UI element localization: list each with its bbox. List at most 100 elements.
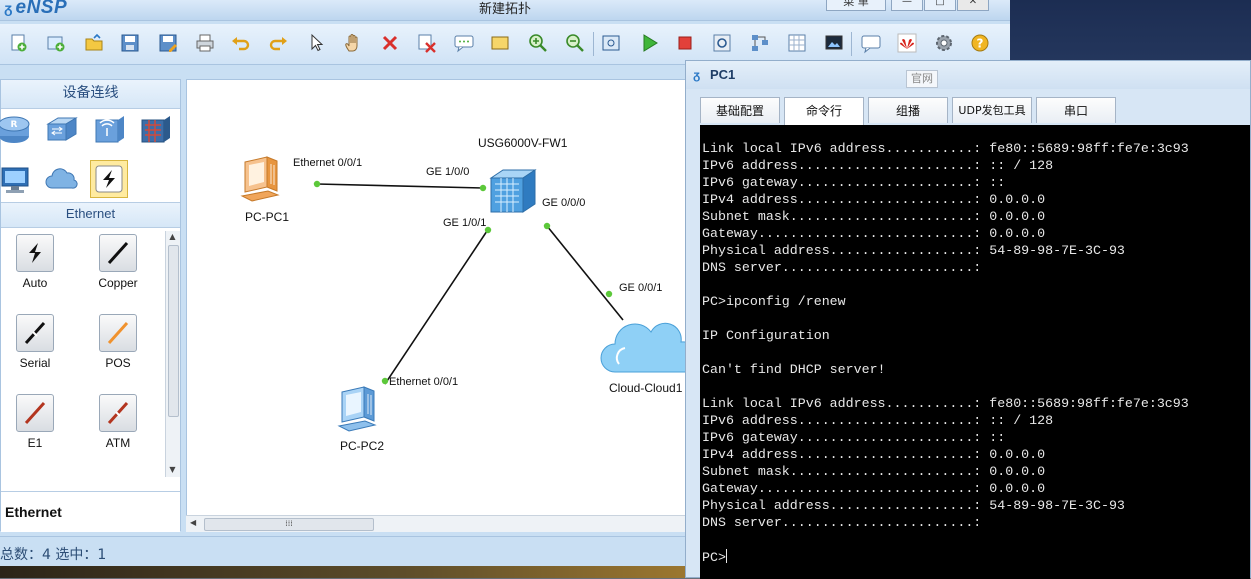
help-icon[interactable]: ? <box>968 32 992 54</box>
scroll-down-arrow-icon[interactable]: ▼ <box>168 465 177 474</box>
cable-atm[interactable]: ATM <box>88 394 148 450</box>
pc1-icon[interactable] <box>240 156 280 202</box>
cable-subheader: Ethernet <box>1 202 180 228</box>
port-label: GE 1/0/1 <box>443 217 487 229</box>
cable-label: Copper <box>98 276 138 290</box>
new-lab-icon[interactable] <box>44 32 68 54</box>
tab-command-line[interactable]: 命令行 <box>784 97 864 125</box>
pc1-window-title: PC1 <box>710 67 736 82</box>
console-line: Link local IPv6 address...........: fe80… <box>702 396 1189 411</box>
port-dot <box>479 184 487 192</box>
add-note-icon[interactable] <box>452 32 476 54</box>
cloud-category-icon[interactable] <box>45 162 79 194</box>
delete-all-icon[interactable] <box>415 32 439 54</box>
cable-e1[interactable]: E1 <box>5 394 65 450</box>
switch-category-icon[interactable] <box>45 114 79 146</box>
zoom-in-icon[interactable] <box>526 32 550 54</box>
canvas-horizontal-scrollbar[interactable]: ◀ ⁞⁞⁞ <box>186 515 686 532</box>
save-icon[interactable] <box>118 32 142 54</box>
cable-category-icon[interactable] <box>90 160 128 198</box>
topology-icon[interactable] <box>748 32 772 54</box>
command-console[interactable]: Link local IPv6 address...........: fe80… <box>700 125 1250 579</box>
scroll-left-arrow-icon[interactable]: ◀ <box>190 518 196 527</box>
port-label: Ethernet 0/0/1 <box>293 157 363 169</box>
device-label-cloud1: Cloud-Cloud1 <box>609 381 683 395</box>
console-line: IP Configuration <box>702 328 830 343</box>
tab-multicast[interactable]: 组播 <box>868 97 948 123</box>
pc2-icon[interactable] <box>337 386 377 432</box>
new-topology-icon[interactable] <box>7 32 31 54</box>
console-line: Subnet mask.......................: 0.0.… <box>702 464 1046 479</box>
console-line: Physical address..................: 54-8… <box>702 498 1125 513</box>
menu-button[interactable]: 菜 单 <box>826 0 886 11</box>
cable-label: ATM <box>105 436 131 450</box>
console-line: Gateway...........................: 0.0.… <box>702 226 1046 241</box>
fit-view-icon[interactable] <box>599 32 623 54</box>
scroll-up-arrow-icon[interactable]: ▲ <box>168 232 177 241</box>
stop-devices-icon[interactable] <box>673 32 697 54</box>
scrollbar-thumb[interactable] <box>168 245 179 417</box>
console-line: DNS server........................: <box>702 260 982 275</box>
topology-canvas[interactable]: PC-PC1 USG6000V-FW1 PC-PC2 Cloud-Cloud1 … <box>186 79 686 531</box>
pc1-title-bar[interactable]: ᵹ PC1 官网 <box>686 61 1250 89</box>
pc-category-icon[interactable] <box>0 164 33 196</box>
redo-icon[interactable] <box>266 32 290 54</box>
add-rectangle-icon[interactable] <box>488 32 512 54</box>
link-pc2-fw1[interactable] <box>384 227 490 385</box>
selected-cable-info: Ethernet <box>1 491 180 532</box>
open-icon[interactable] <box>82 32 106 54</box>
toolbar-separator <box>593 32 594 56</box>
settings-gear-icon[interactable] <box>932 32 956 54</box>
close-button[interactable]: ✕ <box>957 0 989 11</box>
cable-pos[interactable]: POS <box>88 314 148 370</box>
pan-hand-icon[interactable] <box>341 32 365 54</box>
console-line: PC>ipconfig /renew <box>702 294 846 309</box>
router-category-icon[interactable]: R <box>0 114 31 146</box>
undo-icon[interactable] <box>229 32 253 54</box>
print-icon[interactable] <box>193 32 217 54</box>
cloud1-icon[interactable] <box>600 322 686 373</box>
capture-data-icon[interactable] <box>710 32 734 54</box>
link-fw1-cloud1[interactable] <box>546 225 624 321</box>
save-as-icon[interactable] <box>156 32 180 54</box>
auto-cable-icon <box>16 234 54 272</box>
pc1-tabs: 基础配置 命令行 组播 UDP发包工具 串口 <box>700 97 1250 125</box>
tab-serial[interactable]: 串口 <box>1036 97 1116 123</box>
delete-icon[interactable] <box>378 32 402 54</box>
console-line: IPv4 address......................: 0.0.… <box>702 192 1046 207</box>
wireless-category-icon[interactable] <box>93 114 127 146</box>
atm-cable-icon <box>99 394 137 432</box>
console-line: IPv6 gateway......................: :: <box>702 430 1006 445</box>
scrollbar-thumb[interactable]: ⁞⁞⁞ <box>204 518 374 531</box>
ensp-logo-icon: ᵹ <box>693 68 701 82</box>
console-line: Link local IPv6 address...........: fe80… <box>702 141 1189 156</box>
select-pointer-icon[interactable] <box>304 32 328 54</box>
minimize-button[interactable]: — <box>891 0 923 11</box>
cable-label: E1 <box>27 436 43 450</box>
tab-udp-tool[interactable]: UDP发包工具 <box>952 97 1032 123</box>
cable-copper[interactable]: Copper <box>88 234 148 290</box>
cable-auto[interactable]: Auto <box>5 234 65 290</box>
status-text: 总数：4 选中：1 <box>0 547 107 563</box>
huawei-logo-icon[interactable] <box>895 32 919 54</box>
console-line: IPv4 address......................: 0.0.… <box>702 447 1046 462</box>
zoom-out-icon[interactable] <box>563 32 587 54</box>
screenshot-icon[interactable] <box>822 32 846 54</box>
maximize-button[interactable]: □ <box>924 0 956 11</box>
device-label-pc1: PC-PC1 <box>245 210 290 224</box>
chat-icon[interactable] <box>859 32 883 54</box>
link-pc1-fw1[interactable] <box>316 183 484 189</box>
toolbar: ? <box>0 24 1010 65</box>
port-dot <box>313 180 321 188</box>
cable-serial[interactable]: Serial <box>5 314 65 370</box>
port-dot <box>543 222 551 230</box>
start-devices-icon[interactable] <box>637 32 661 54</box>
firewall-category-icon[interactable] <box>139 114 173 146</box>
topology-links <box>240 156 686 432</box>
tab-basic-config[interactable]: 基础配置 <box>700 97 780 123</box>
device-panel-scrollbar[interactable]: ▲ ▼ <box>165 231 180 477</box>
firewall-fw1-icon[interactable] <box>489 169 537 213</box>
console-line: Gateway...........................: 0.0.… <box>702 481 1046 496</box>
grid-icon[interactable] <box>785 32 809 54</box>
cable-label: Serial <box>19 356 51 370</box>
